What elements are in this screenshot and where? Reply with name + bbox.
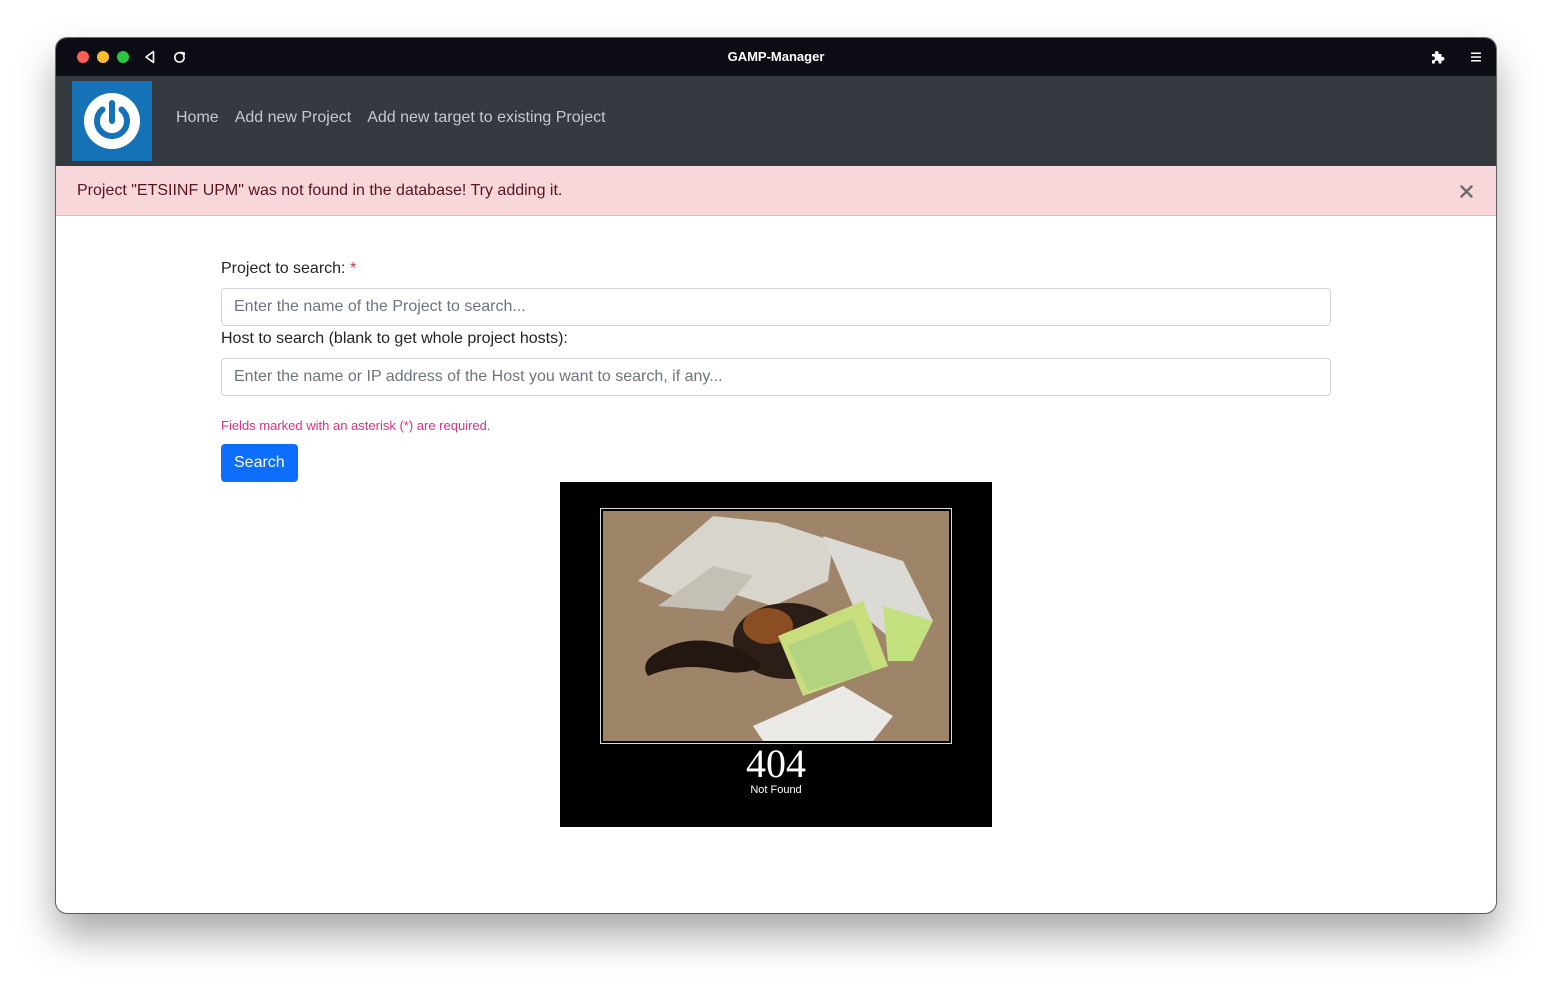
browser-titlebar: GAMP-Manager [56, 38, 1496, 76]
nav-link-add-project[interactable]: Add new Project [235, 109, 352, 127]
project-search-input[interactable] [221, 288, 1331, 326]
host-search-input[interactable] [221, 358, 1331, 396]
error-text: Not Found [750, 784, 802, 796]
not-found-poster: 404 Not Found [560, 482, 992, 827]
navbar: Home Add new Project Add new target to e… [56, 76, 1496, 166]
host-label: Host to search (blank to get whole proje… [221, 330, 568, 347]
required-fields-note: Fields marked with an asterisk (*) are r… [221, 418, 491, 433]
alert-message: Project "ETSIINF UPM" was not found in t… [77, 182, 563, 199]
not-found-photo-frame [600, 508, 952, 744]
extensions-icon[interactable] [1427, 47, 1447, 67]
project-label: Project to search: * [221, 260, 357, 277]
close-icon[interactable] [1456, 181, 1476, 201]
nav-link-add-target[interactable]: Add new target to existing Project [367, 109, 605, 127]
cat-photo [603, 511, 949, 741]
error-code: 404 [746, 741, 806, 786]
browser-window: GAMP-Manager Home Add new Project Add ne… [56, 38, 1496, 913]
nav-link-home[interactable]: Home [176, 109, 219, 127]
error-alert: Project "ETSIINF UPM" was not found in t… [56, 166, 1496, 216]
power-icon[interactable] [72, 81, 152, 161]
browser-title: GAMP-Manager [727, 49, 825, 64]
required-mark: * [349, 260, 357, 277]
menu-icon[interactable] [1466, 47, 1486, 67]
search-button[interactable]: Search [221, 444, 298, 482]
